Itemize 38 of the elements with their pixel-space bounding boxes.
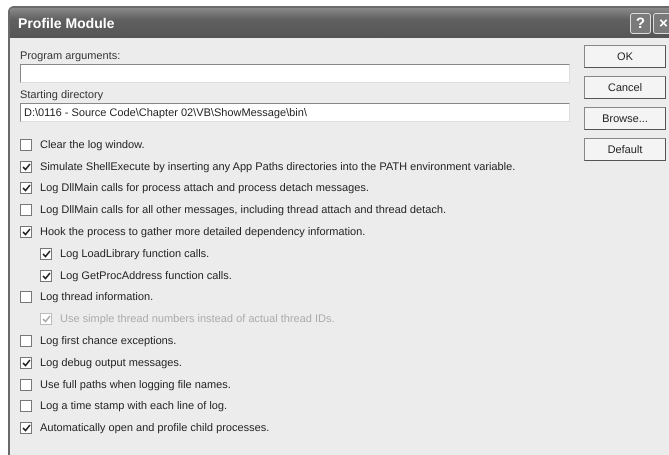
field-label: Starting directory: [20, 89, 104, 101]
checkbox[interactable]: [20, 160, 32, 173]
checkbox[interactable]: [20, 400, 32, 412]
checkbox[interactable]: [20, 291, 32, 304]
checkbox[interactable]: [20, 138, 32, 151]
checkbox-label: Log thread information.: [40, 291, 154, 304]
input-field[interactable]: [20, 64, 570, 83]
field-label: Program arguments:: [20, 50, 122, 62]
close-button[interactable]: ×: [653, 12, 669, 34]
checkbox[interactable]: [40, 270, 52, 282]
checkbox-label: Automatically open and profile child processes.: [40, 422, 270, 434]
checkbox-label: Log DllMain calls for all other messages, including thread attach and thread detach.: [40, 204, 446, 216]
checkbox[interactable]: [20, 422, 32, 434]
dialog-button[interactable]: Cancel: [584, 76, 666, 99]
checkbox[interactable]: [20, 226, 32, 238]
checkbox-label: Use simple thread numbers instead of actual thread IDs.: [60, 313, 335, 326]
checkbox-label: Log LoadLibrary function calls.: [60, 248, 210, 260]
dialog-button[interactable]: OK: [584, 45, 666, 68]
checkbox-label: Clear the log window.: [40, 138, 145, 151]
checkbox-label: Log first chance exceptions.: [40, 335, 176, 348]
checkbox-label: Log DllMain calls for process attach and process detach messages.: [40, 182, 369, 194]
checkbox[interactable]: [20, 356, 32, 369]
checkbox-label: Log GetProcAddress function calls.: [60, 270, 232, 282]
checkbox-label: Log a time stamp with each line of log.: [40, 400, 228, 412]
dialog-button[interactable]: Default: [584, 138, 666, 161]
help-button[interactable]: ?: [630, 12, 651, 34]
dialog-button[interactable]: Browse...: [584, 107, 666, 130]
input-field[interactable]: D:\0116 - Source Code\Chapter 02\VB\ShowMessage\bin\: [20, 103, 570, 122]
checkbox[interactable]: [20, 182, 32, 194]
checkbox[interactable]: [20, 204, 32, 216]
checkbox-label: Log debug output messages.: [40, 356, 182, 369]
checkbox-label: Simulate ShellExecute by inserting any App Paths directories into the PATH environment variable.: [40, 160, 516, 173]
checkbox-label: Use full paths when logging file names.: [40, 378, 231, 391]
checkbox[interactable]: [40, 248, 52, 260]
window-title: Profile Module: [18, 15, 116, 31]
checkbox[interactable]: [20, 378, 32, 391]
checkbox[interactable]: [20, 335, 32, 348]
checkbox-label: Hook the process to gather more detailed dependency information.: [40, 226, 366, 238]
